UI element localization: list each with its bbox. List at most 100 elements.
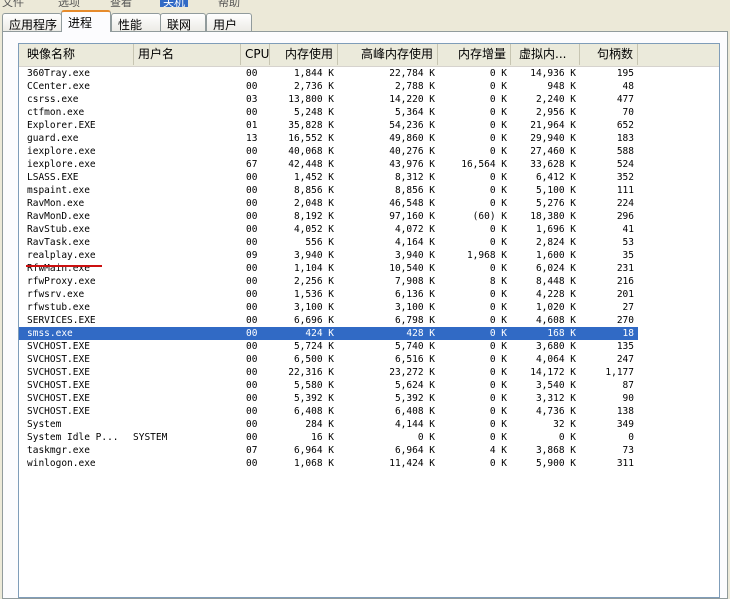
column-header-mem-delta[interactable]: 内存增量 [438,44,511,65]
cell-image-name: rfwProxy.exe [27,276,96,287]
cell-handles: 35 [622,250,634,261]
cell-virtual-mem: 5,276 K [535,198,576,209]
process-row[interactable]: csrss.exe 03 13,800 K 14,220 K 0 K 2,240 K 477 [19,93,638,106]
column-header-handles[interactable]: 句柄数 [580,44,638,65]
cell-handles: 195 [616,68,634,79]
process-row[interactable]: rfwProxy.exe 00 2,256 K 7,908 K 8 K 8,448 K 21… [19,275,638,288]
column-header-virtual-mem[interactable]: 虚拟内... [511,44,580,65]
cell-handles: 224 [616,198,634,209]
cell-mem-usage: 6,696 K [293,315,334,326]
process-row[interactable]: taskmgr.exe 07 6,964 K 6,964 K 4 K 3,868 K 73 [19,444,638,457]
cell-mem-delta: 0 K [489,289,507,300]
cell-mem-delta: 0 K [489,198,507,209]
cell-cpu: 00 [246,458,258,469]
menu-view[interactable]: 查看 [110,0,132,7]
process-row[interactable]: SVCHOST.EXE 00 5,724 K 5,740 K 0 K 3,680 K 135 [19,340,638,353]
cell-peak-mem: 3,100 K [394,302,435,313]
process-row[interactable]: iexplore.exe 00 40,068 K 40,276 K 0 K 27,460 … [19,145,638,158]
cell-image-name: LSASS.EXE [27,172,79,183]
process-row[interactable]: SERVICES.EXE 00 6,696 K 6,798 K 0 K 4,608 K 27… [19,314,638,327]
cell-image-name: RavTask.exe [27,237,90,248]
column-header-peak-mem[interactable]: 高峰内存使用 [338,44,438,65]
cell-mem-usage: 1,536 K [293,289,334,300]
cell-cpu: 00 [246,146,258,157]
cell-user-name [133,275,233,288]
cell-user-name [133,197,233,210]
cell-mem-delta: 0 K [489,133,507,144]
cell-image-name: winlogon.exe [27,458,96,469]
column-header-image-name[interactable]: 映像名称 [19,44,134,65]
cell-cpu: 00 [246,198,258,209]
cell-image-name: CCenter.exe [27,81,90,92]
process-row[interactable]: CCenter.exe 00 2,736 K 2,788 K 0 K 948 K 48 [19,80,638,93]
cell-mem-delta: 0 K [489,120,507,131]
cell-mem-usage: 5,392 K [293,393,334,404]
column-header-mem-usage[interactable]: 内存使用 [270,44,338,65]
cell-mem-usage: 2,256 K [293,276,334,287]
cell-peak-mem: 8,856 K [394,185,435,196]
tab-processes[interactable]: 进程 [61,10,111,32]
process-row[interactable]: Explorer.EXE 01 35,828 K 54,236 K 0 K 21,964 … [19,119,638,132]
cell-peak-mem: 6,516 K [394,354,435,365]
cell-handles: 41 [622,224,634,235]
cell-mem-usage: 2,048 K [293,198,334,209]
cell-mem-usage: 35,828 K [288,120,334,131]
process-row[interactable]: RavMonD.exe 00 8,192 K 97,160 K (60) K 18,380… [19,210,638,223]
process-row[interactable]: SVCHOST.EXE 00 6,500 K 6,516 K 0 K 4,064 K 247 [19,353,638,366]
cell-mem-delta: 1,968 K [466,250,507,261]
process-row[interactable]: RavStub.exe 00 4,052 K 4,072 K 0 K 1,696 K 41 [19,223,638,236]
cell-handles: 135 [616,341,634,352]
cell-virtual-mem: 6,412 K [535,172,576,183]
cell-image-name: Explorer.EXE [27,120,96,131]
process-row[interactable]: RavMon.exe 00 2,048 K 46,548 K 0 K 5,276 K 224 [19,197,638,210]
cell-mem-usage: 22,316 K [288,367,334,378]
tab-performance[interactable]: 性能 [111,13,161,32]
tab-networking[interactable]: 联网 [160,13,206,32]
process-row[interactable]: rfwstub.exe 00 3,100 K 3,100 K 0 K 1,020 K 27 [19,301,638,314]
process-row[interactable]: SVCHOST.EXE 00 5,392 K 5,392 K 0 K 3,312 K 90 [19,392,638,405]
cell-mem-usage: 16 K [311,432,334,443]
process-row[interactable]: SVCHOST.EXE 00 6,408 K 6,408 K 0 K 4,736 K 138 [19,405,638,418]
cell-peak-mem: 5,740 K [394,341,435,352]
tab-applications[interactable]: 应用程序 [2,13,62,32]
process-row[interactable]: LSASS.EXE 00 1,452 K 8,312 K 0 K 6,412 K 352 [19,171,638,184]
cell-cpu: 67 [246,159,258,170]
cell-image-name: System Idle P... [27,432,119,443]
cell-mem-delta: 0 K [489,393,507,404]
process-row[interactable]: winlogon.exe 00 1,068 K 11,424 K 0 K 5,900 K 3… [19,457,638,470]
cell-mem-delta: 0 K [489,380,507,391]
cell-cpu: 09 [246,250,258,261]
process-row[interactable]: rfwsrv.exe 00 1,536 K 6,136 K 0 K 4,228 K 201 [19,288,638,301]
cell-handles: 53 [622,237,634,248]
process-row[interactable]: ctfmon.exe 00 5,248 K 5,364 K 0 K 2,956 K 70 [19,106,638,119]
cell-mem-usage: 5,724 K [293,341,334,352]
process-row[interactable]: SVCHOST.EXE 00 5,580 K 5,624 K 0 K 3,540 K 87 [19,379,638,392]
process-row[interactable]: 360Tray.exe 00 1,844 K 22,784 K 0 K 14,936 K 1… [19,67,638,80]
process-row[interactable]: iexplore.exe 67 42,448 K 43,976 K 16,564 K 33… [19,158,638,171]
process-row[interactable]: System 00 284 K 4,144 K 0 K 32 K 349 [19,418,638,431]
process-row[interactable]: guard.exe 13 16,552 K 49,860 K 0 K 29,940 K 18… [19,132,638,145]
cell-handles: 138 [616,406,634,417]
menu-options[interactable]: 选项 [58,0,80,7]
cell-handles: 48 [622,81,634,92]
cell-peak-mem: 43,976 K [389,159,435,170]
cell-handles: 352 [616,172,634,183]
cell-virtual-mem: 14,936 K [530,68,576,79]
process-list[interactable]: 映像名称 用户名 CPU 内存使用 高峰内存使用 内存增量 虚拟内... 句柄数… [18,43,720,598]
process-row[interactable]: smss.exe 00 424 K 428 K 0 K 168 K 18 [19,327,638,340]
process-row[interactable]: System Idle P... SYSTEM 00 16 K 0 K 0 K 0 K 0 [19,431,638,444]
menu-help[interactable]: 帮助 [218,0,240,7]
tab-users[interactable]: 用户 [206,13,252,32]
cell-cpu: 00 [246,224,258,235]
process-row[interactable]: SVCHOST.EXE 00 22,316 K 23,272 K 0 K 14,172 K… [19,366,638,379]
process-row[interactable]: RavTask.exe 00 556 K 4,164 K 0 K 2,824 K 53 [19,236,638,249]
cell-peak-mem: 5,392 K [394,393,435,404]
process-row[interactable]: mspaint.exe 00 8,856 K 8,856 K 0 K 5,100 K 111 [19,184,638,197]
menu-shutdown[interactable]: 关机 [160,0,188,7]
process-row[interactable]: RfwMain.exe 00 1,104 K 10,540 K 0 K 6,024 K 23… [19,262,638,275]
menu-file[interactable]: 文件 [2,0,24,7]
column-header-user-name[interactable]: 用户名 [134,44,241,65]
process-row[interactable]: realplay.exe 09 3,940 K 3,940 K 1,968 K 1,600… [19,249,638,262]
cell-virtual-mem: 4,228 K [535,289,576,300]
column-header-cpu[interactable]: CPU [241,44,270,65]
